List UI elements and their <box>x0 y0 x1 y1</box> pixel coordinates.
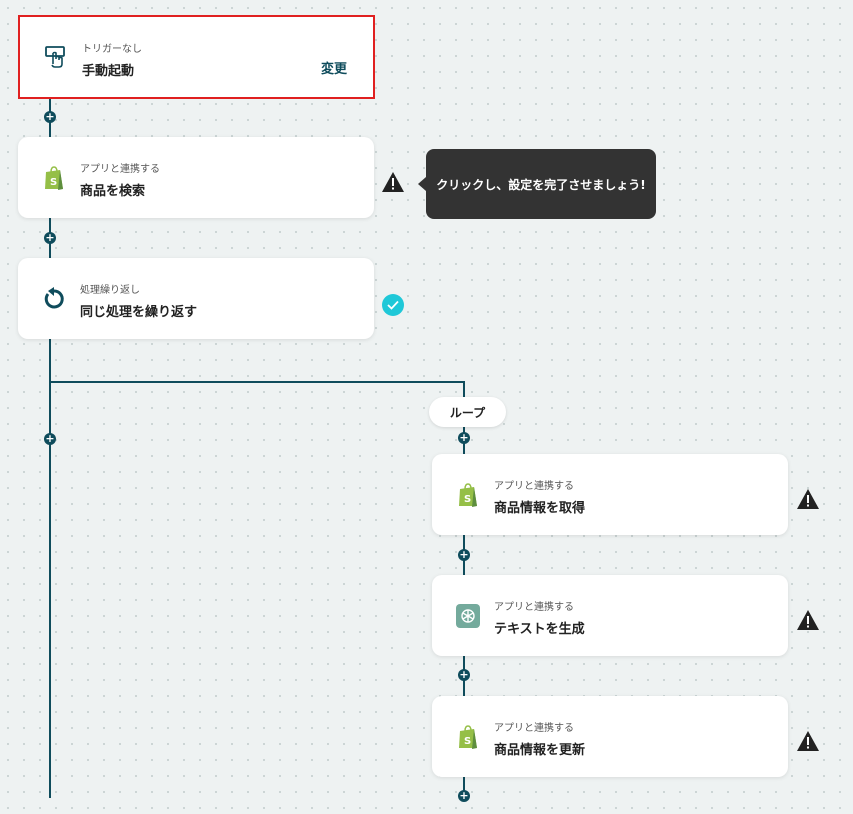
warning-icon <box>797 489 819 509</box>
add-step-button[interactable]: + <box>458 432 470 444</box>
trigger-card[interactable]: トリガーなし 手動起動 変更 <box>18 15 375 99</box>
openai-icon <box>454 602 482 630</box>
svg-text:S: S <box>464 736 471 747</box>
warning-icon <box>797 610 819 630</box>
loop-card[interactable]: 処理繰り返し 同じ処理を繰り返す <box>18 258 374 339</box>
generate-text-card[interactable]: アプリと連携する テキストを生成 <box>432 575 788 656</box>
svg-text:S: S <box>464 494 471 505</box>
gen-text-subtitle: アプリと連携する <box>494 602 574 613</box>
add-step-button[interactable]: + <box>458 790 470 802</box>
add-step-button[interactable]: + <box>44 433 56 445</box>
search-subtitle: アプリと連携する <box>80 164 160 175</box>
add-step-button[interactable]: + <box>44 111 56 123</box>
update-product-info-card[interactable]: S アプリと連携する 商品情報を更新 <box>432 696 788 777</box>
shopify-icon: S <box>454 481 482 509</box>
add-step-button[interactable]: + <box>458 669 470 681</box>
gen-text-title: テキストを生成 <box>494 622 585 637</box>
warning-icon <box>382 172 404 192</box>
get-info-subtitle: アプリと連携する <box>494 481 574 492</box>
repeat-icon <box>40 285 68 313</box>
loop-branch-line <box>49 381 463 383</box>
svg-text:S: S <box>50 177 57 188</box>
trigger-subtitle: トリガーなし <box>82 44 142 55</box>
check-icon <box>382 294 404 316</box>
update-info-subtitle: アプリと連携する <box>494 723 574 734</box>
setup-tooltip: クリックし、設定を完了させましょう! <box>418 149 656 219</box>
get-info-title: 商品情報を取得 <box>494 501 586 516</box>
get-product-info-card[interactable]: S アプリと連携する 商品情報を取得 <box>432 454 788 535</box>
shopify-icon: S <box>40 164 68 192</box>
loop-subtitle: 処理繰り返し <box>80 285 140 296</box>
add-step-button[interactable]: + <box>44 232 56 244</box>
search-products-card[interactable]: S アプリと連携する 商品を検索 <box>18 137 374 218</box>
search-title: 商品を検索 <box>80 184 146 199</box>
warning-icon <box>797 731 819 751</box>
shopify-icon: S <box>454 723 482 751</box>
update-info-title: 商品情報を更新 <box>494 743 586 758</box>
change-button[interactable]: 変更 <box>321 58 347 77</box>
tooltip-text: クリックし、設定を完了させましょう! <box>436 177 646 192</box>
loop-label: ループ <box>429 397 506 427</box>
trigger-title: 手動起動 <box>82 64 135 79</box>
hand-pointer-icon <box>42 43 70 71</box>
loop-title: 同じ処理を繰り返す <box>80 305 198 320</box>
loop-label-text: ループ <box>449 405 486 420</box>
add-step-button[interactable]: + <box>458 549 470 561</box>
